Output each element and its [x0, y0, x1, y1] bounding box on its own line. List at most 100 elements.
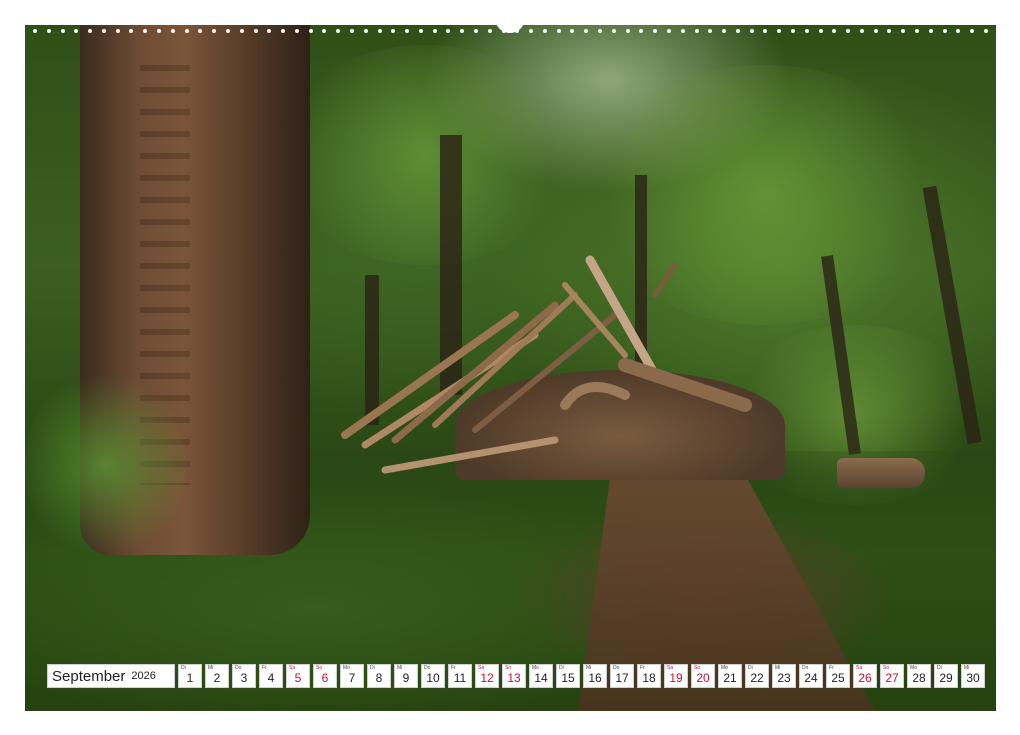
ring-dot [584, 29, 589, 33]
ring-dot [570, 29, 575, 33]
ring-dot [377, 29, 382, 33]
day-cell: Mi 30 [961, 664, 985, 688]
day-number: 5 [294, 671, 302, 685]
ring-dot [942, 29, 947, 33]
day-cell: Do 3 [232, 664, 256, 688]
ring-dot [253, 29, 258, 33]
ring-dot [722, 29, 727, 33]
ring-dot [859, 29, 864, 33]
ring-dot [225, 29, 230, 33]
day-cell: Di 1 [178, 664, 202, 688]
day-number: 16 [588, 671, 602, 685]
ring-dot [115, 29, 120, 33]
ring-dot [625, 29, 630, 33]
ring-dot [763, 29, 768, 33]
day-number: 19 [669, 671, 683, 685]
day-cell: Sa 19 [664, 664, 688, 688]
day-number: 22 [750, 671, 764, 685]
ring-dot [157, 29, 162, 33]
ring-dot [391, 29, 396, 33]
ring-dot [804, 29, 809, 33]
day-number: 11 [453, 671, 467, 685]
ring-dot [460, 29, 465, 33]
day-number: 21 [723, 671, 737, 685]
day-cell: So 13 [502, 664, 526, 688]
ring-dot [983, 29, 988, 33]
ring-dot [336, 29, 341, 33]
ring-dot [653, 29, 658, 33]
day-number: 27 [885, 671, 899, 685]
day-number: 14 [534, 671, 548, 685]
day-number: 25 [831, 671, 845, 685]
stick-den [341, 255, 752, 474]
ring-dot [474, 29, 478, 33]
ring-dot [60, 29, 65, 33]
ring-dot [487, 29, 492, 33]
day-cell: Fr 4 [259, 664, 283, 688]
ring-dot [308, 29, 313, 33]
ring-dot [529, 29, 534, 33]
month-calendar-strip: September 2026 Di 1 Mi 2 Do 3 Fr 4 Sa 5 So 6 Mo 7 Di 8 M… [47, 664, 985, 688]
day-number: 29 [939, 671, 953, 685]
ring-dot [33, 29, 37, 33]
ring-dot [46, 29, 51, 33]
day-cell: So 20 [691, 664, 715, 688]
ring-dot [956, 29, 961, 33]
day-number: 6 [321, 671, 329, 685]
day-cell: Sa 26 [853, 664, 877, 688]
ring-dot [790, 29, 795, 33]
fern-foliage [25, 365, 185, 565]
ring-dot [556, 29, 561, 33]
day-number: 30 [966, 671, 980, 685]
day-cell: Fr 11 [448, 664, 472, 688]
ring-dot [694, 29, 699, 33]
ring-dot [818, 29, 823, 33]
ring-dot [749, 29, 754, 33]
day-number: 18 [642, 671, 656, 685]
day-number: 2 [213, 671, 221, 685]
day-cell: Mo 14 [529, 664, 553, 688]
ring-dot [928, 29, 933, 33]
ring-dot [832, 29, 837, 33]
day-number: 15 [561, 671, 575, 685]
day-number: 3 [240, 671, 248, 685]
fallen-log [837, 458, 925, 488]
ring-dot [294, 29, 299, 33]
day-number: 17 [615, 671, 629, 685]
ring-dot [611, 29, 616, 33]
day-number: 8 [375, 671, 383, 685]
day-cell: Mi 23 [772, 664, 796, 688]
ring-dot [349, 29, 354, 33]
day-cell: Do 10 [421, 664, 445, 688]
day-cell: Fr 25 [826, 664, 850, 688]
month-year: 2026 [131, 670, 156, 682]
day-cells: Di 1 Mi 2 Do 3 Fr 4 Sa 5 So 6 Mo 7 Di 8 Mi 9 Do 10 Fr 11 Sa 12 S… [178, 664, 985, 688]
ring-dot [74, 29, 79, 33]
day-number: 26 [858, 671, 872, 685]
ring-dot [639, 29, 644, 33]
ring-dot [267, 29, 272, 33]
day-cell: Mi 16 [583, 664, 607, 688]
ring-dot [198, 29, 203, 33]
day-cell: Sa 12 [475, 664, 499, 688]
ring-dot [143, 29, 148, 33]
day-cell: Di 22 [745, 664, 769, 688]
ring-dot [184, 29, 189, 33]
ring-dot [901, 29, 906, 33]
ring-dot [129, 29, 134, 33]
day-number: 28 [912, 671, 926, 685]
ring-dot [405, 29, 410, 33]
ring-dot [170, 29, 175, 33]
ring-dot [708, 29, 713, 33]
ring-dot [680, 29, 685, 33]
day-number: 4 [267, 671, 275, 685]
day-cell: Di 15 [556, 664, 580, 688]
day-number: 7 [348, 671, 356, 685]
ring-dot [432, 29, 437, 33]
ring-dot [212, 29, 217, 33]
ring-dot [666, 29, 671, 33]
day-number: 24 [804, 671, 818, 685]
day-cell: Fr 18 [637, 664, 661, 688]
day-number: 13 [507, 671, 521, 685]
ring-dot [281, 29, 286, 33]
